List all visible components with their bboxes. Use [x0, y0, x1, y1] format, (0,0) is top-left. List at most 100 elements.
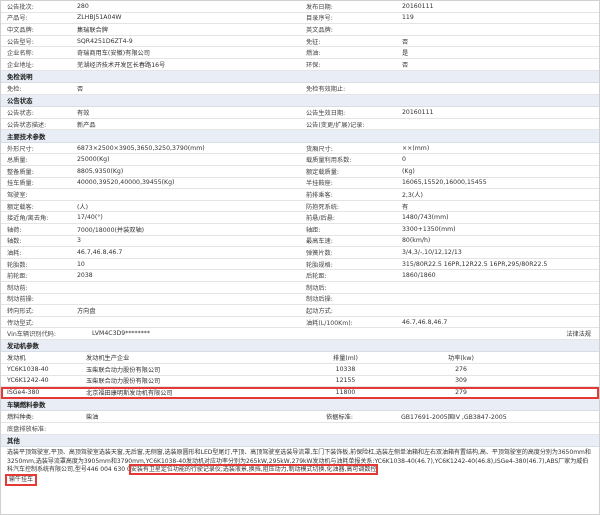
field-label: 制动前: — [7, 284, 28, 292]
field-value: 方向盘 — [77, 307, 96, 315]
basic-right-pair: 英文品牌: — [300, 25, 599, 34]
field-value: 46.7,46.8,46.7 — [402, 318, 448, 326]
field-value: (人) — [77, 203, 89, 211]
field-value: 芜湖经济技术开发区长春路16号 — [77, 61, 166, 69]
field-label: 额定载质量: — [306, 168, 340, 176]
tech-right-pair: 额定载质量: (Kg) — [300, 167, 599, 176]
tech-row: 前轮距: 2038 后轮距: 1860/1860 — [1, 270, 599, 282]
tech-left-pair: 额定载客: (人) — [1, 202, 300, 211]
status-left-pair: 公告状态描述: 新产品 — [1, 120, 300, 129]
vin-row: Vin车辆识别代码: LVM4C3D9******** 法律法规 — [1, 328, 599, 340]
fuel-row-empty: 底盘排放标准: — [1, 423, 599, 435]
status-table: 公告状态: 有效 公告生效日期: 20160111 公告状态描述: 新产品 公告(变更/扩展… — [1, 107, 599, 131]
tech-left-pair: 轴数: 3 — [1, 236, 300, 245]
field-value: 1860/1860 — [402, 272, 436, 280]
exempt-left-pair: 免检: 否 — [1, 84, 300, 93]
field-label: 目录序号: — [306, 15, 333, 23]
tech-row: 轴数: 3 最高车速: 80(km/h) — [1, 236, 599, 248]
tech-row: 油耗: 46.7,46.8,46.7 弹簧片数: 3/4,3/-,10/12,12/1… — [1, 247, 599, 259]
vin-label: Vin车辆识别代码: — [7, 331, 56, 339]
engine-row: YC6K1242-40 玉柴联合动力股份有限公司 12155 309 — [1, 376, 599, 388]
field-value: 25000(Kg) — [77, 156, 110, 164]
field-label: 公告状态描述: — [7, 121, 47, 129]
tech-right-pair: 半挂鞍座: 16065,15520,16000,15455 — [300, 178, 599, 187]
engine-col-power: 功率(kw) — [448, 355, 474, 363]
field-label: 后轮距: — [306, 273, 327, 281]
basic-right-pair: 发布日期: 20160111 — [300, 2, 599, 11]
basic-row: 公告型号: SQR4251D6ZT4-9 免征: 否 — [1, 36, 599, 48]
basic-left-pair: 公告批次: 280 — [1, 2, 300, 11]
engine-col-model: 发动机 — [7, 355, 26, 363]
field-value: 奇瑞商用车(安徽)有限公司 — [77, 50, 150, 58]
field-label: 公告型号: — [7, 38, 34, 46]
field-value: 新产品 — [77, 121, 96, 129]
tech-row: 制动前: 制动后: — [1, 282, 599, 294]
field-label: 公告批次: — [7, 3, 34, 11]
tech-left-pair: 油耗: 46.7,46.8,46.7 — [1, 248, 300, 257]
field-label: 接近角/离去角: — [7, 215, 49, 223]
field-label: 整备质量: — [7, 168, 34, 176]
tech-right-pair: 油耗(L/100Km): 46.7,46.8,46.7 — [300, 318, 599, 327]
field-label: 产品号: — [7, 15, 28, 23]
field-value: SQR4251D6ZT4-9 — [77, 37, 133, 45]
engine-displacement: 11800 — [335, 389, 356, 397]
basic-left-pair: 企业地址: 芜湖经济技术开发区长春路16号 — [1, 60, 300, 69]
tech-right-pair: 载质量利用系数: 0 — [300, 155, 599, 164]
field-label: 燃油: — [306, 50, 321, 58]
engine-model: ISGe4-380 — [7, 389, 40, 397]
field-value: 6873×2500×3905,3650,3250,3790(mm) — [77, 144, 205, 152]
standard-value: GB17691-2005国IV ,GB3847-2005 — [401, 414, 507, 422]
field-value: 否 — [402, 38, 409, 46]
field-label: 轴荷: — [7, 226, 22, 234]
regulation-link[interactable]: 法律法规 — [472, 329, 599, 338]
field-value: 3/4,3/-,10/12,12/13 — [402, 248, 462, 256]
tech-left-pair: 转向形式: 方向盘 — [1, 306, 300, 315]
engine-displacement: 10338 — [335, 365, 356, 373]
tech-right-pair: 轮胎规格: 315/80R22.5 16PR,12R22.5 16PR,295/8… — [300, 260, 599, 269]
field-label: 传动型式: — [7, 319, 34, 327]
field-value: ZLHBJ51A04W — [77, 14, 122, 22]
field-value: 集瑞联合牌 — [77, 26, 108, 34]
basic-left-pair: 公告型号: SQR4251D6ZT4-9 — [1, 37, 300, 46]
field-label: 轮胎规格: — [306, 261, 333, 269]
field-label: 防抱死系统: — [306, 203, 340, 211]
notes-highlight: 安装有卫星定位功能的行驶记录仪;选装液景,换挡,阻压动力,制动模式切换,化油器,… — [128, 464, 379, 475]
engine-table-body: YC6K1038-40 玉柴联合动力股份有限公司 10338 276 YC6K1242-… — [1, 364, 599, 399]
field-value: 10 — [77, 260, 85, 268]
tech-right-pair: 货厢尺寸: ××(mm) — [300, 144, 599, 153]
basic-row: 企业名称: 奇瑞商用车(安徽)有限公司 燃油: 是 — [1, 47, 599, 59]
field-label: 公告状态: — [7, 109, 34, 117]
field-value: 280 — [77, 2, 89, 10]
tech-row: 制动前操: 制动后操: — [1, 294, 599, 306]
vehicle-spec-page: 公告批次: 280 发布日期: 20160111 产品号: ZLHBJ51A04W 目录序号… — [0, 0, 600, 515]
field-label: 轴距: — [306, 226, 321, 234]
exemption-table: 免检: 否 免检有效期止: — [1, 83, 599, 95]
tech-row: 传动型式: 油耗(L/100Km): 46.7,46.8,46.7 — [1, 317, 599, 329]
field-value: 20160111 — [402, 108, 434, 116]
field-value: 否 — [402, 61, 409, 69]
basic-right-pair: 燃油: 是 — [300, 48, 599, 57]
field-value: 46.7,46.8,46.7 — [77, 248, 123, 256]
section-other: 其他 — [1, 434, 599, 447]
field-value: 0 — [402, 156, 406, 164]
exempt-right-pair: 免检有效期止: — [300, 84, 599, 93]
fuel-type-value: 柴油 — [86, 414, 99, 422]
engine-col-displacement: 排量(ml) — [333, 355, 358, 363]
field-label: 轮胎数: — [7, 261, 28, 269]
other-notes: 选装平顶驾驶室,平顶、高顶驾驶室选装天窗,无后窗,无侧窗,选装原圆形和LED型尾… — [1, 447, 599, 486]
field-label: 制动后: — [306, 284, 327, 292]
tech-row: 外形尺寸: 6873×2500×3905,3650,3250,3790(mm) 货厢… — [1, 143, 599, 155]
tech-right-pair: 后轮距: 1860/1860 — [300, 271, 599, 280]
engine-power: 279 — [455, 389, 467, 397]
status-right-pair: 公告生效日期: 20160111 — [300, 108, 599, 117]
field-label: 起动方式: — [306, 307, 333, 315]
field-label: 轴数: — [7, 238, 22, 246]
engine-model: YC6K1038-40 — [7, 365, 49, 373]
field-value: 17/40(°) — [77, 214, 103, 222]
field-label: 发布日期: — [306, 3, 333, 11]
engine-col-maker: 发动机生产企业 — [86, 355, 130, 363]
tech-right-pair: 前悬/后悬: 1480/743(mm) — [300, 213, 599, 222]
tech-left-pair: 制动前操: — [1, 294, 300, 303]
field-value: (Kg) — [402, 167, 415, 175]
tech-left-pair: 外形尺寸: 6873×2500×3905,3650,3250,3790(mm) — [1, 144, 300, 153]
